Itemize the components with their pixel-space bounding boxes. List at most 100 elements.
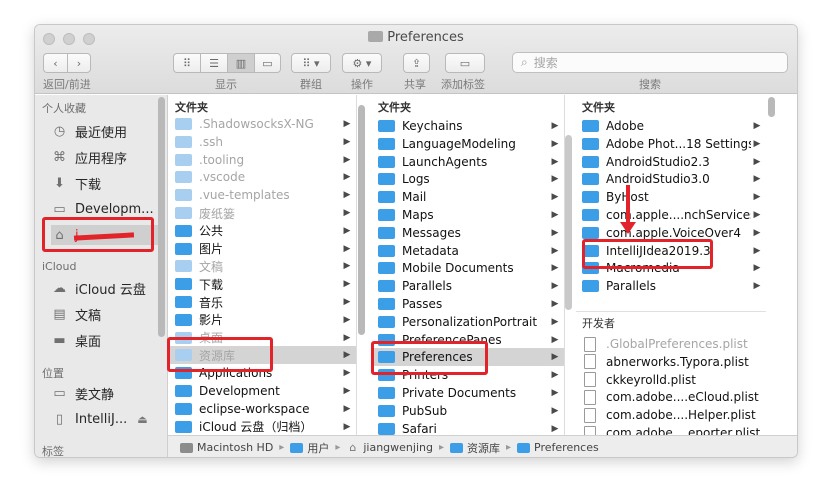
folder-row[interactable]: LanguageModeling ▶: [372, 135, 564, 153]
folder-row[interactable]: PersonalizationPortrait ▶: [372, 313, 564, 331]
path-item-users[interactable]: 用户: [290, 440, 329, 456]
path-item-disk[interactable]: Macintosh HD: [180, 441, 273, 454]
sidebar-item-computer[interactable]: ▭ 姜文静: [51, 383, 163, 403]
folder-row[interactable]: 影片 ▶: [169, 311, 356, 329]
search-input[interactable]: [533, 55, 754, 70]
folder-row[interactable]: .tooling ▶: [169, 151, 356, 169]
folder-row[interactable]: 文稿 ▶: [169, 257, 356, 275]
chevron-right-icon: ▸: [506, 442, 512, 453]
folder-icon: [378, 404, 395, 417]
file-row[interactable]: com.adobe....Helper.plist: [576, 406, 766, 424]
folder-row[interactable]: Macromedia ▶: [576, 259, 766, 277]
path-item-home[interactable]: ⌂ jiangwenjing: [346, 441, 433, 454]
folder-row[interactable]: Mail ▶: [372, 188, 564, 206]
folder-name: Logs: [402, 172, 430, 187]
file-row[interactable]: .GlobalPreferences.plist: [576, 335, 766, 353]
folder-row[interactable]: Printers ▶: [372, 366, 564, 384]
add-tag-button[interactable]: ▭: [445, 53, 485, 73]
folder-row[interactable]: Adobe Phot...18 Settings ▶: [576, 135, 766, 153]
chevron-right-icon: ▶: [551, 334, 559, 345]
folder-row[interactable]: Keychains ▶: [372, 117, 564, 135]
file-row[interactable]: com.adobe....eporter.plist: [576, 424, 766, 435]
folder-row[interactable]: PubSub ▶: [372, 402, 564, 420]
document-icon: ▤: [53, 306, 66, 322]
path-item-library[interactable]: 资源库: [450, 440, 500, 456]
forward-button[interactable]: ›: [67, 53, 91, 73]
folder-row[interactable]: .vscode ▶: [169, 168, 356, 186]
sidebar-item-applications[interactable]: ⌘ 应用程序: [51, 147, 163, 167]
folder-row[interactable]: .vue-templates ▶: [169, 186, 356, 204]
gallery-view-button[interactable]: ▭: [254, 53, 281, 73]
sidebar-item-development[interactable]: ▭ Developm...: [51, 199, 163, 219]
folder-row[interactable]: 废纸篓 ▶: [169, 204, 356, 222]
sidebar-item-documents[interactable]: ▤ 文稿: [51, 304, 163, 324]
folder-row[interactable]: 资源库 ▶: [169, 346, 356, 365]
action-button[interactable]: ⚙ ▾: [342, 53, 382, 73]
share-button[interactable]: ⇪: [403, 53, 430, 73]
folder-icon: [378, 226, 395, 239]
column-scrollbar[interactable]: [768, 97, 775, 117]
folder-row[interactable]: PreferencePanes ▶: [372, 331, 564, 349]
folder-icon: [517, 442, 531, 453]
folder-icon: [582, 137, 599, 150]
folder-row[interactable]: 下载 ▶: [169, 275, 356, 293]
folder-row[interactable]: LaunchAgents ▶: [372, 153, 564, 171]
folder-row[interactable]: AndroidStudio3.0 ▶: [576, 170, 766, 188]
folder-row[interactable]: Parallels ▶: [576, 277, 766, 295]
sidebar-item-intellij-disk[interactable]: ▯ IntelliJ... ⏏: [51, 409, 163, 429]
list-view-button[interactable]: ☰: [200, 53, 227, 73]
sidebar-item-recents[interactable]: ◷ 最近使用: [51, 121, 163, 141]
file-row[interactable]: com.adobe....eCloud.plist: [576, 388, 766, 406]
folder-row[interactable]: Parallels ▶: [372, 277, 564, 295]
folder-row[interactable]: Preferences ▶: [372, 348, 564, 367]
sidebar-scrollbar[interactable]: [158, 97, 165, 337]
column-scrollbar[interactable]: [358, 105, 365, 335]
folder-row[interactable]: 图片 ▶: [169, 240, 356, 258]
back-button[interactable]: ‹: [43, 53, 67, 73]
path-item-preferences[interactable]: Preferences: [517, 441, 599, 454]
folder-row[interactable]: iCloud 云盘（归档） ▶: [169, 418, 356, 435]
folder-row[interactable]: Development ▶: [169, 382, 356, 400]
folder-row[interactable]: Safari ▶: [372, 420, 564, 435]
folder-row[interactable]: 桌面 ▶: [169, 329, 356, 347]
icon-view-button[interactable]: ⠿: [173, 53, 200, 73]
folder-icon: [175, 207, 192, 219]
folder-row[interactable]: Private Documents ▶: [372, 384, 564, 402]
folder-row[interactable]: Applications ▶: [169, 364, 356, 382]
folder-row[interactable]: eclipse-workspace ▶: [169, 400, 356, 418]
file-row[interactable]: abnerworks.Typora.plist: [576, 353, 766, 371]
sidebar-item-downloads[interactable]: ⬇ 下载: [51, 173, 163, 193]
folder-row[interactable]: com.apple....nchServices ▶: [576, 206, 766, 224]
folder-row[interactable]: ByHost▶: [576, 188, 766, 206]
eject-icon[interactable]: ⏏: [137, 413, 147, 426]
folder-icon: [290, 442, 304, 453]
folder-row[interactable]: Passes ▶: [372, 295, 564, 313]
folder-row[interactable]: Metadata ▶: [372, 242, 564, 260]
folder-row[interactable]: 音乐 ▶: [169, 293, 356, 311]
search-field[interactable]: ⌕: [512, 52, 788, 73]
folder-row[interactable]: Maps ▶: [372, 206, 564, 224]
group-button[interactable]: ⠿ ▾: [291, 53, 331, 73]
file-icon: [584, 354, 596, 370]
column-view-button[interactable]: ▥: [227, 53, 254, 73]
folder-row[interactable]: .ssh ▶: [169, 133, 356, 151]
file-row[interactable]: ckkeyrolld.plist: [576, 371, 766, 389]
folder-icon: [378, 120, 395, 132]
folder-row[interactable]: IntelliJIdea2019.3 ▶: [576, 242, 766, 260]
sidebar-item-desktop[interactable]: ▬ 桌面: [51, 330, 163, 350]
column-scrollbar[interactable]: [565, 135, 572, 310]
folder-row[interactable]: Adobe ▶: [576, 117, 766, 135]
folder-row[interactable]: .ShadowsocksX-NG ▶: [169, 115, 356, 133]
folder-icon: [175, 171, 192, 184]
chevron-right-icon: ▶: [551, 299, 559, 309]
folder-row[interactable]: Mobile Documents ▶: [372, 259, 564, 277]
folder-row[interactable]: 公共 ▶: [169, 222, 356, 240]
folder-row[interactable]: AndroidStudio2.3 ▶: [576, 153, 766, 171]
folder-row[interactable]: Messages ▶: [372, 224, 564, 242]
folder-icon: [378, 173, 395, 186]
folder-row[interactable]: com.apple.VoiceOver4 ▶: [576, 224, 766, 242]
folder-row[interactable]: Logs ▶: [372, 170, 564, 188]
chevron-right-icon: ▶: [753, 121, 761, 131]
sidebar-item-icloud-drive[interactable]: ☁ iCloud 云盘: [51, 278, 163, 298]
folder-icon: [582, 226, 599, 239]
